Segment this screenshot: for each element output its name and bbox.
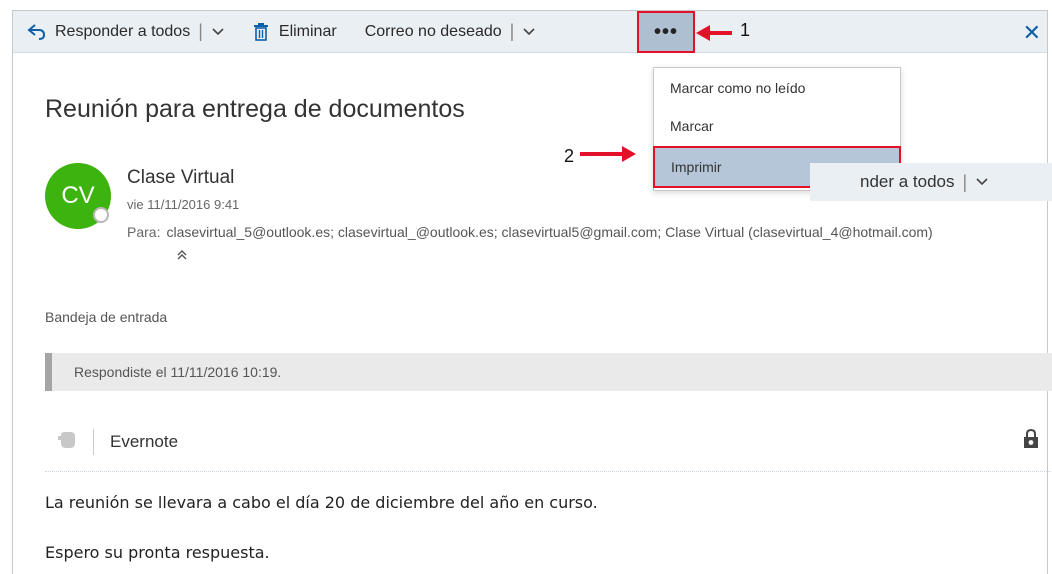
menu-item-mark-unread[interactable]: Marcar como no leído <box>654 70 900 106</box>
reply-all-label: Responder a todos <box>55 22 191 40</box>
close-icon[interactable]: ✕ <box>1023 20 1041 46</box>
separator: | <box>509 21 515 41</box>
body-line-1: La reunión se llevara a cabo el día 20 d… <box>45 493 598 512</box>
chevron-down-icon[interactable] <box>975 177 989 187</box>
reading-pane: Responder a todos | Eliminar Correo no d… <box>12 10 1052 574</box>
menu-item-flag[interactable]: Marcar <box>654 108 900 144</box>
separator: | <box>198 21 203 41</box>
annotation-number-2: 2 <box>564 146 575 166</box>
folder-label[interactable]: Bandeja de entrada <box>45 309 167 325</box>
to-label: Para: <box>127 224 161 240</box>
more-actions-button[interactable]: ••• <box>637 11 695 53</box>
junk-label: Correo no deseado <box>364 22 502 40</box>
email-subject: Reunión para entrega de documentos <box>45 95 465 123</box>
delete-label: Eliminar <box>278 22 337 40</box>
reply-all-button[interactable]: Responder a todos <box>27 11 190 53</box>
delete-button[interactable]: Eliminar <box>253 11 337 53</box>
double-chevron-up-icon[interactable] <box>176 248 188 264</box>
body-line-2: Espero su pronta respuesta. <box>45 543 270 562</box>
evernote-icon <box>57 431 77 454</box>
divider <box>93 429 94 455</box>
separator: | <box>962 171 968 192</box>
divider <box>45 471 1052 472</box>
toolbar: Responder a todos | Eliminar Correo no d… <box>13 11 1047 53</box>
email-date: vie 11/11/2016 9:41 <box>127 197 240 212</box>
recipients-line: Para: clasevirtual_5@outlook.es; clasevir… <box>127 224 933 240</box>
evernote-addin[interactable]: Evernote <box>57 429 178 455</box>
replied-notice: Respondiste el 11/11/2016 10:19. <box>45 353 1052 391</box>
reply-all-secondary-label: nder a todos <box>860 172 955 191</box>
junk-button[interactable]: Correo no deseado <box>365 11 502 53</box>
trash-icon <box>253 22 269 41</box>
evernote-label: Evernote <box>110 432 179 451</box>
chevron-down-icon[interactable] <box>522 27 536 37</box>
lock-icon[interactable] <box>1023 428 1039 454</box>
presence-status-icon <box>93 207 109 223</box>
reply-all-icon <box>27 23 47 41</box>
sender-name[interactable]: Clase Virtual <box>127 167 234 189</box>
annotation-arrow-1 <box>708 31 732 35</box>
annotation-arrow-2-head <box>622 146 636 162</box>
annotation-arrow-2 <box>580 152 624 156</box>
annotation-number-1: 1 <box>740 20 751 40</box>
chevron-down-icon[interactable] <box>211 27 225 37</box>
recipients[interactable]: clasevirtual_5@outlook.es; clasevirtual_… <box>166 224 932 240</box>
reply-all-button-secondary[interactable]: nder a todos | <box>810 163 1052 201</box>
